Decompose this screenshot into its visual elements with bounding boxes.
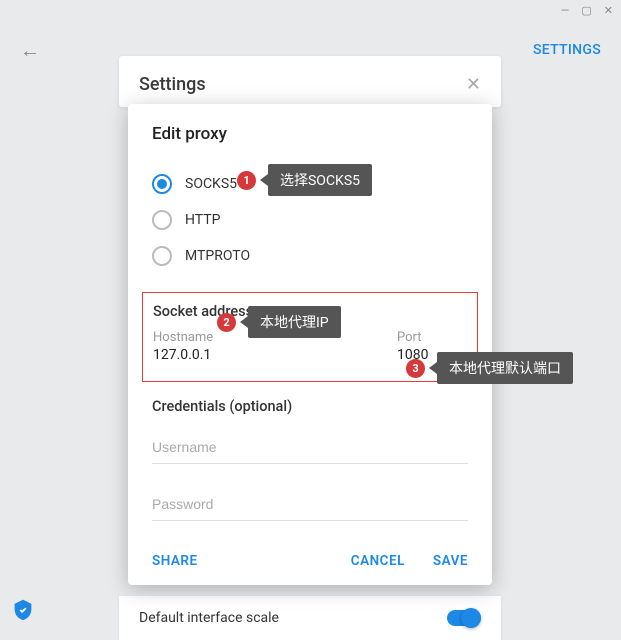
callout-3: 3 本地代理默认端口: [406, 352, 573, 384]
save-button[interactable]: SAVE: [433, 553, 468, 569]
radio-icon: [152, 246, 172, 266]
interface-scale-row: Default interface scale: [119, 596, 501, 640]
radio-label: MTPROTO: [185, 248, 250, 264]
callout-arrow-icon: [240, 316, 248, 328]
maximize-icon[interactable]: ▢: [581, 4, 591, 16]
settings-link[interactable]: SETTINGS: [533, 42, 601, 58]
interface-scale-toggle[interactable]: [447, 610, 481, 626]
callout-badge: 3: [406, 359, 425, 378]
callout-arrow-icon: [429, 362, 437, 374]
window-controls: — ▢ ✕: [553, 0, 621, 20]
radio-mtproto[interactable]: MTPROTO: [152, 238, 468, 274]
callout-text: 选择SOCKS5: [268, 164, 372, 196]
callout-arrow-icon: [260, 174, 268, 186]
port-label: Port: [397, 330, 467, 345]
shield-icon[interactable]: [12, 599, 34, 621]
close-window-icon[interactable]: ✕: [604, 4, 613, 16]
minimize-icon[interactable]: —: [561, 4, 570, 16]
callout-1: 1 选择SOCKS5: [237, 164, 372, 196]
radio-icon: [152, 174, 172, 194]
callout-text: 本地代理IP: [248, 306, 341, 338]
close-icon[interactable]: ✕: [466, 74, 481, 95]
cancel-button[interactable]: CANCEL: [351, 553, 405, 569]
hostname-value: 127.0.0.1: [153, 347, 377, 367]
back-arrow-icon[interactable]: ←: [20, 38, 40, 63]
radio-http[interactable]: HTTP: [152, 202, 468, 238]
callout-2: 2 本地代理IP: [217, 306, 341, 338]
radio-label: SOCKS5: [185, 176, 237, 192]
settings-title: Settings: [139, 74, 206, 95]
username-input[interactable]: [152, 431, 468, 464]
dialog-footer: SHARE CANCEL SAVE: [152, 553, 468, 569]
callout-badge: 2: [217, 313, 236, 332]
share-button[interactable]: SHARE: [152, 553, 198, 569]
callout-text: 本地代理默认端口: [437, 352, 573, 384]
radio-icon: [152, 210, 172, 230]
callout-badge: 1: [237, 171, 256, 190]
interface-scale-label: Default interface scale: [139, 610, 279, 626]
settings-panel: Settings ✕: [119, 56, 501, 107]
radio-label: HTTP: [185, 212, 220, 228]
password-input[interactable]: [152, 488, 468, 521]
dialog-title: Edit proxy: [152, 124, 468, 144]
credentials-title: Credentials (optional): [152, 398, 468, 415]
